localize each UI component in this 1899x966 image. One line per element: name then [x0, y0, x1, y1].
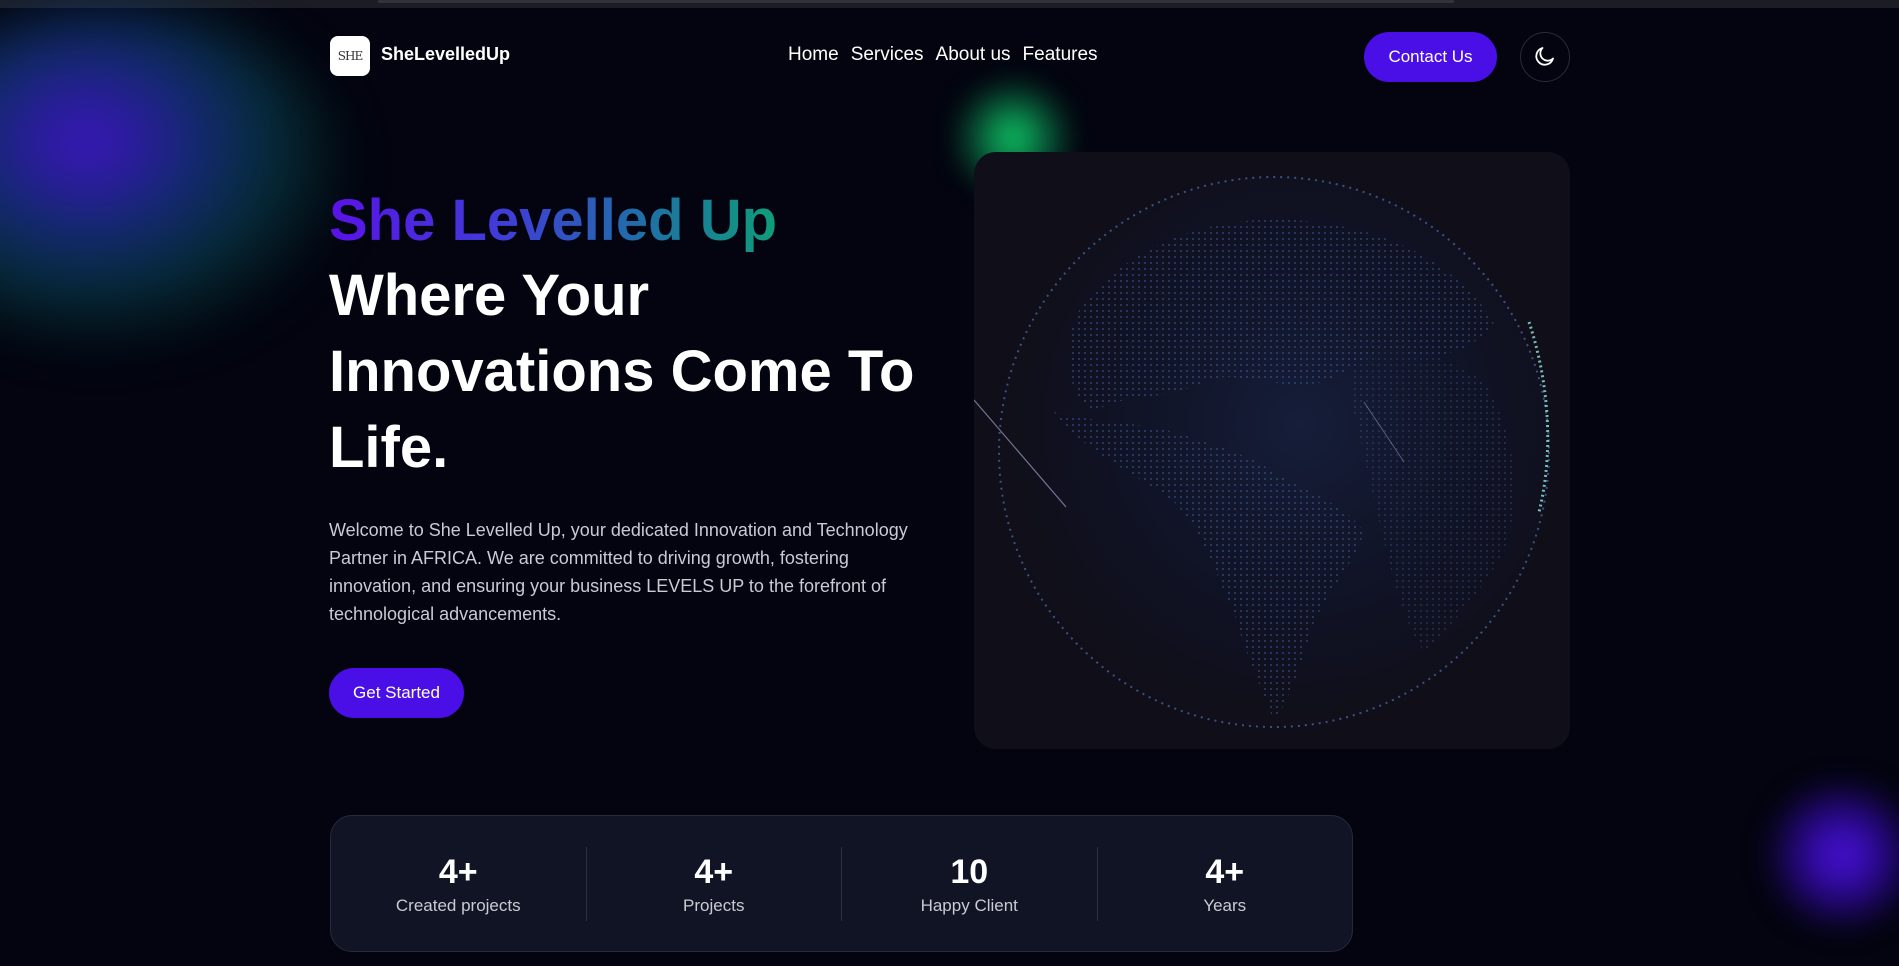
stat-item: 4+ Years	[1098, 847, 1353, 921]
get-started-button[interactable]: Get Started	[329, 668, 464, 718]
stat-label: Created projects	[395, 895, 521, 915]
nav-link-about[interactable]: About us	[936, 44, 1011, 66]
stat-value: 4+	[694, 852, 734, 891]
stat-label: Projects	[683, 895, 745, 915]
theme-toggle-button[interactable]	[1520, 32, 1570, 82]
stat-value: 10	[950, 852, 989, 891]
stat-label: Happy Client	[920, 895, 1018, 915]
hero-headline: Where Your Innovations Come To Life.	[329, 263, 915, 480]
stat-label: Years	[1203, 895, 1247, 915]
hero-intro-text: Welcome to She Levelled Up, your dedicat…	[329, 520, 908, 624]
decorative-glow	[0, 10, 340, 340]
stat-item: 4+ Created projects	[331, 846, 587, 921]
moon-icon	[1533, 44, 1557, 71]
page: SHE SheLevelledUp Home Services About us…	[0, 0, 1899, 966]
stat-item: 10 Happy Client	[842, 846, 1098, 921]
decorative-glow	[1762, 780, 1899, 930]
stats-panel: 4+ Created projects 4+ Projects 10 Happy…	[330, 815, 1353, 952]
nav-link-features[interactable]: Features	[1023, 44, 1098, 66]
globe-illustration	[974, 176, 1550, 728]
browser-top-strip	[0, 0, 1899, 8]
brand-name[interactable]: SheLevelledUp	[381, 44, 510, 65]
contact-us-button[interactable]: Contact Us	[1364, 32, 1497, 82]
logo-text: SHE	[337, 48, 363, 63]
nav-link-home[interactable]: Home	[788, 44, 839, 66]
stat-value: 4+	[1205, 852, 1245, 891]
globe-image	[974, 152, 1570, 749]
nav-link-services[interactable]: Services	[851, 44, 924, 66]
main-nav: Home Services About us Features	[788, 44, 1098, 66]
stat-item: 4+ Projects	[587, 846, 842, 921]
hero-accent-title: She Levelled Up	[329, 186, 777, 256]
logo[interactable]: SHE	[330, 36, 370, 76]
stat-value: 4+	[438, 852, 478, 891]
